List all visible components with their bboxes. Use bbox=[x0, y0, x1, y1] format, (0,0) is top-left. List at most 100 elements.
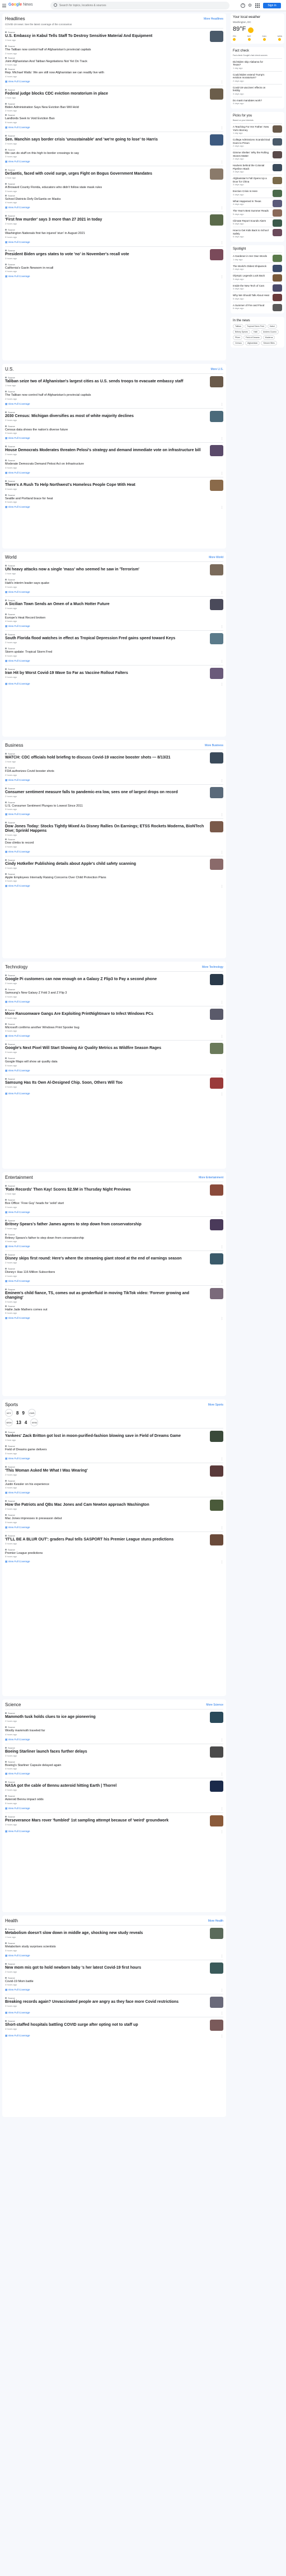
more-options-icon[interactable]: ⋮ bbox=[221, 1211, 223, 1215]
full-coverage-link[interactable]: View Full Coverage bbox=[5, 1954, 30, 1957]
headline-link[interactable]: U.S. Embassy in Kabul Tells Staff To Des… bbox=[5, 34, 208, 39]
sidebar-story[interactable]: Could Biden extend Trump's eviction mora… bbox=[233, 71, 282, 84]
full-coverage-link[interactable]: View Full Coverage bbox=[5, 1457, 30, 1460]
headline-link[interactable]: South Florida flood watches in effect as… bbox=[5, 636, 208, 641]
more-options-icon[interactable]: ⋮ bbox=[221, 1739, 223, 1742]
story-thumbnail[interactable] bbox=[273, 264, 282, 272]
full-coverage-link[interactable]: View Full Coverage bbox=[5, 1211, 30, 1214]
more-options-icon[interactable]: ⋮ bbox=[221, 2012, 223, 2015]
source-name[interactable]: Source bbox=[5, 801, 208, 804]
source-name[interactable]: Source bbox=[5, 1445, 208, 1448]
story-item[interactable]: Source Apple Employees Internally Raising… bbox=[5, 873, 223, 883]
story-thumbnail[interactable] bbox=[210, 134, 223, 146]
story-item[interactable]: Source Asteroid Bennu impact odds 5 hours … bbox=[5, 1795, 223, 1805]
source-name[interactable]: Source bbox=[5, 1431, 208, 1434]
story-item[interactable]: Source WATCH: CDC officials hold briefing… bbox=[5, 752, 223, 765]
source-name[interactable]: Source bbox=[5, 249, 208, 252]
source-name[interactable]: Source bbox=[5, 1043, 208, 1046]
more-options-icon[interactable]: ⋮ bbox=[221, 886, 223, 888]
topic-chip[interactable]: Moderna bbox=[262, 335, 275, 340]
story-item[interactable]: Source FDA authorizes Covid booster shots… bbox=[5, 766, 223, 776]
story-item[interactable]: Source South Florida flood watches in eff… bbox=[5, 633, 223, 645]
full-coverage-link[interactable]: View Full Coverage bbox=[5, 2011, 30, 2015]
more-options-icon[interactable]: ⋮ bbox=[221, 1318, 223, 1320]
full-coverage-link[interactable]: View Full Coverage bbox=[5, 625, 30, 628]
headline-link[interactable]: Google Pi customers can now enough on a … bbox=[5, 977, 208, 982]
headline-link[interactable]: A Teaching For Her Father: New York Atto… bbox=[233, 125, 271, 132]
source-name[interactable]: Source bbox=[5, 31, 208, 34]
full-coverage-link[interactable]: View Full Coverage bbox=[5, 1526, 30, 1529]
headline-link[interactable]: Breaking records again? Unvaccinated peo… bbox=[5, 2000, 208, 2004]
source-name[interactable]: Source bbox=[5, 1548, 208, 1551]
story-item[interactable]: Source Boeing's Starliner Capsule delayed… bbox=[5, 1760, 223, 1771]
more-options-icon[interactable]: ⋮ bbox=[221, 1773, 223, 1776]
headline-link[interactable]: Hackers behind the Colonial Pipeline Att… bbox=[233, 164, 271, 170]
story-item[interactable]: Source New mom mis got to hold newborn ba… bbox=[5, 1962, 223, 1975]
story-thumbnail[interactable] bbox=[273, 164, 282, 172]
story-item[interactable]: Source Microsoft confirms another Windows… bbox=[5, 1023, 223, 1033]
more-options-icon[interactable]: ⋮ bbox=[221, 161, 223, 164]
source-name[interactable]: Source bbox=[5, 411, 208, 414]
story-item[interactable]: Source Iran Hit by Worst Covid-19 Wave So… bbox=[5, 667, 223, 680]
source-name[interactable]: Source bbox=[5, 613, 208, 616]
story-item[interactable]: Source President Biden urges states to vo… bbox=[5, 249, 223, 261]
topic-chip[interactable]: Andrew Cuomo bbox=[260, 330, 279, 335]
headline-link[interactable]: Dow Jones Today: Stocks Tightly Mixed As… bbox=[5, 825, 208, 833]
source-name[interactable]: Source bbox=[5, 1288, 208, 1291]
source-name[interactable]: Source bbox=[5, 838, 208, 841]
story-thumbnail[interactable] bbox=[210, 31, 223, 42]
more-options-icon[interactable]: ⋮ bbox=[221, 207, 223, 210]
full-coverage-link[interactable]: View Full Coverage bbox=[5, 437, 30, 440]
covid-banner[interactable]: COVID-19 news: See the latest coverage o… bbox=[5, 23, 223, 26]
sidebar-story[interactable]: Covid-19 vaccines' effects on fertility 3… bbox=[233, 83, 282, 97]
source-name[interactable]: Source bbox=[5, 228, 208, 231]
story-thumbnail[interactable] bbox=[210, 1997, 223, 2008]
story-item[interactable]: Source Metabolism doesn't slow down in mi… bbox=[5, 1928, 223, 1940]
headline-link[interactable]: Could Biden extend Trump's eviction mora… bbox=[233, 73, 271, 79]
full-coverage-link[interactable]: View Full Coverage bbox=[5, 779, 30, 782]
headline-link[interactable]: Sen. Manchin says border crisis 'unsusta… bbox=[5, 138, 208, 142]
topic-chip[interactable]: Simone Biles bbox=[261, 341, 277, 346]
headline-link[interactable]: There's A Rush To Help Northwest's Homel… bbox=[5, 483, 208, 488]
section-title[interactable]: Sports bbox=[5, 1402, 18, 1407]
more-options-icon[interactable]: ⋮ bbox=[221, 1070, 223, 1073]
story-item[interactable]: Source Disney skips first round: Here's w… bbox=[5, 1253, 223, 1266]
story-item[interactable]: Source Eminem's child fiance, TS, comes o… bbox=[5, 1287, 223, 1303]
story-thumbnail[interactable] bbox=[210, 88, 223, 100]
story-thumbnail[interactable] bbox=[210, 667, 223, 679]
more-options-icon[interactable]: ⋮ bbox=[221, 851, 223, 854]
story-item[interactable]: Source Dow Jones Today: Stocks Tightly Mi… bbox=[5, 821, 223, 836]
story-item[interactable]: Source U.S. Embassy in Kabul Tells Staff … bbox=[5, 31, 223, 43]
more-options-icon[interactable]: ⋮ bbox=[221, 276, 223, 279]
headline-link[interactable]: Britney Spears's father James agrees to … bbox=[5, 1223, 208, 1227]
topic-chip[interactable]: Pfizer bbox=[233, 335, 242, 340]
story-item[interactable]: Source 'First few murder' says 3 more tha… bbox=[5, 214, 223, 227]
story-thumbnail[interactable] bbox=[273, 229, 282, 237]
story-item[interactable]: Source Washington Nationals first fan inj… bbox=[5, 228, 223, 238]
story-thumbnail[interactable] bbox=[210, 376, 223, 387]
story-thumbnail[interactable] bbox=[210, 858, 223, 870]
source-name[interactable]: Source bbox=[5, 1500, 208, 1502]
topic-chip[interactable]: Census bbox=[233, 341, 244, 346]
story-thumbnail[interactable] bbox=[210, 633, 223, 644]
more-link[interactable]: More Sports bbox=[208, 1403, 223, 1407]
full-coverage-link[interactable]: View Full Coverage bbox=[5, 402, 30, 406]
section-title[interactable]: Technology bbox=[5, 964, 27, 969]
source-name[interactable]: Source bbox=[5, 194, 208, 197]
story-item[interactable]: Source Hailie Jade Mathers comes out 5 hou… bbox=[5, 1305, 223, 1315]
headline-link[interactable]: Short-staffed hospitals battling COVID s… bbox=[5, 2023, 208, 2027]
source-name[interactable]: Source bbox=[5, 1057, 208, 1060]
headline-link[interactable]: Disney skips first round: Here's where t… bbox=[5, 1257, 208, 1261]
story-item[interactable]: Source Field of Dreams game delivers 3 hou… bbox=[5, 1445, 223, 1455]
story-thumbnail[interactable] bbox=[273, 284, 282, 292]
more-options-icon[interactable]: ⋮ bbox=[221, 1526, 223, 1530]
story-item[interactable]: Source UN heavy attacks now a single 'mas… bbox=[5, 564, 223, 577]
sidebar-story[interactable]: How to Get Kids Back to School Safely 6 d… bbox=[233, 227, 282, 240]
more-options-icon[interactable]: ⋮ bbox=[221, 1807, 223, 1811]
topic-chip[interactable]: Haiti bbox=[251, 330, 260, 335]
story-item[interactable]: Source There's A Rush To Help Northwest's… bbox=[5, 479, 223, 492]
headline-link[interactable]: NASA got the cable of Bennu asteroid hit… bbox=[5, 1784, 208, 1788]
source-name[interactable]: Source bbox=[5, 1942, 208, 1945]
headline-link[interactable]: College Admissions Scandal Dad Goes to P… bbox=[233, 138, 271, 144]
story-item[interactable]: Source House Democrats Moderates threaten… bbox=[5, 445, 223, 457]
